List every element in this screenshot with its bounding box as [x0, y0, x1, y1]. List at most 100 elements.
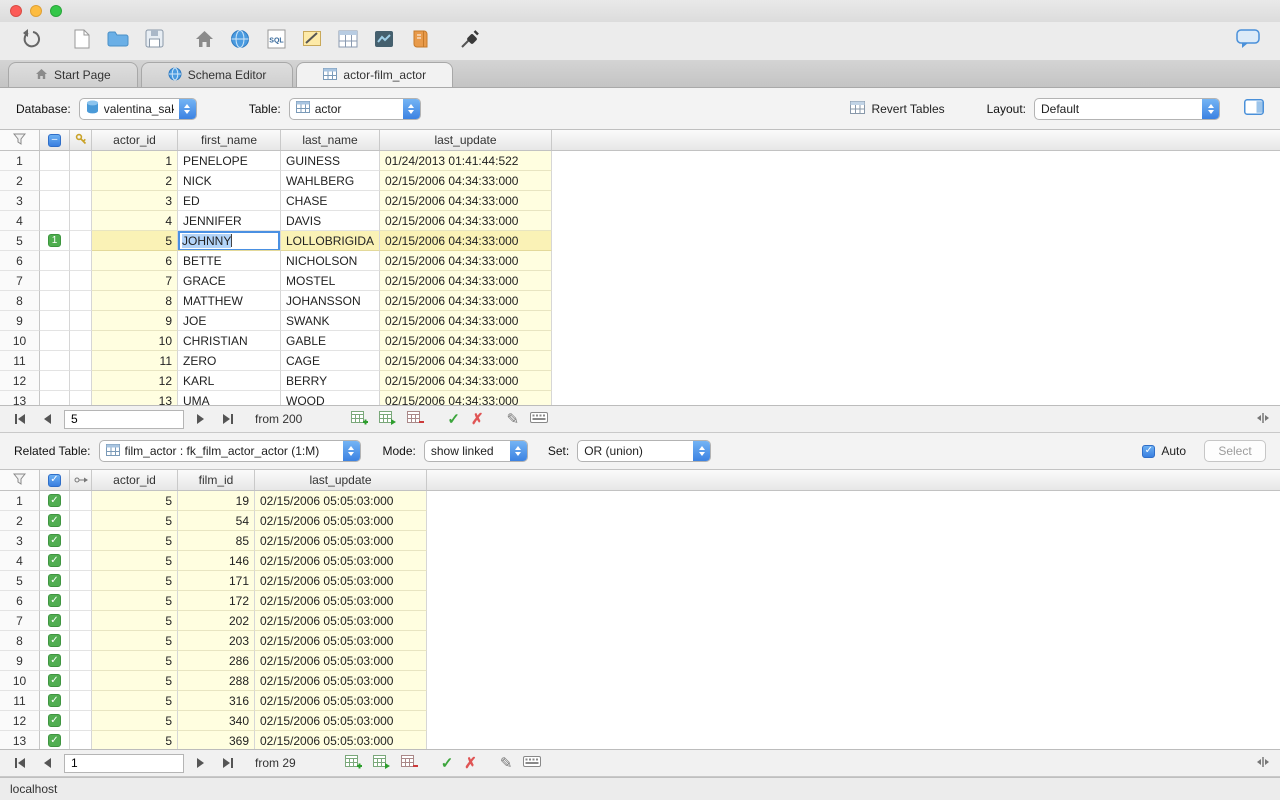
cell-last-name[interactable]: MOSTEL: [281, 271, 380, 291]
cell-last-update[interactable]: 02/15/2006 05:05:03:000: [255, 731, 427, 749]
last-record-button[interactable]: [218, 754, 238, 772]
row-checkbox-cell[interactable]: ✓: [40, 511, 70, 531]
edit-record-button[interactable]: ✎: [507, 410, 520, 428]
table-row[interactable]: 44JENNIFERDAVIS02/15/2006 04:34:33:000: [0, 211, 1280, 231]
row-checkbox-cell[interactable]: ✓: [40, 611, 70, 631]
cell-first-name[interactable]: CHRISTIAN: [178, 331, 281, 351]
row-number[interactable]: 6: [0, 251, 40, 271]
zoom-window-button[interactable]: [50, 5, 62, 17]
table-row[interactable]: 10✓528802/15/2006 05:05:03:000: [0, 671, 1280, 691]
cell-first-name[interactable]: JOHNNY: [178, 231, 281, 251]
row-checkbox[interactable]: ✓: [48, 554, 61, 567]
table-row[interactable]: 6✓517202/15/2006 05:05:03:000: [0, 591, 1280, 611]
diagram-editor-button[interactable]: [330, 26, 366, 56]
row-checkbox-cell[interactable]: ✓: [40, 731, 70, 749]
cell-last-name[interactable]: NICHOLSON: [281, 251, 380, 271]
cell-last-update[interactable]: 02/15/2006 05:05:03:000: [255, 591, 427, 611]
cell-last-update[interactable]: 02/15/2006 04:34:33:000: [380, 371, 552, 391]
mode-select[interactable]: show linked: [424, 440, 528, 462]
cell-film-id[interactable]: 286: [178, 651, 255, 671]
cell-first-name[interactable]: UMA: [178, 391, 281, 405]
delete-record-button[interactable]: [401, 755, 418, 772]
cell-film-id[interactable]: 203: [178, 631, 255, 651]
table-row[interactable]: 3✓58502/15/2006 05:05:03:000: [0, 531, 1280, 551]
column-header-actor-id[interactable]: actor_id: [92, 470, 178, 490]
cell-last-update[interactable]: 02/15/2006 04:34:33:000: [380, 271, 552, 291]
row-marker-cell[interactable]: 1: [40, 231, 70, 251]
cell-last-name[interactable]: CAGE: [281, 351, 380, 371]
cell-actor-id[interactable]: 5: [92, 571, 178, 591]
cell-last-update[interactable]: 02/15/2006 05:05:03:000: [255, 611, 427, 631]
row-number[interactable]: 12: [0, 711, 40, 731]
sql-editor-button[interactable]: SQL: [258, 26, 294, 56]
cell-first-name[interactable]: JOE: [178, 311, 281, 331]
form-view-button[interactable]: [523, 756, 541, 770]
cell-actor-id[interactable]: 5: [92, 711, 178, 731]
reference-button[interactable]: [402, 26, 438, 56]
layout-select[interactable]: Default: [1034, 98, 1220, 120]
row-marker-cell[interactable]: [40, 311, 70, 331]
cell-first-name[interactable]: ZERO: [178, 351, 281, 371]
discard-changes-button[interactable]: ✗: [471, 410, 484, 428]
row-checkbox-cell[interactable]: ✓: [40, 671, 70, 691]
previous-record-button[interactable]: [37, 754, 57, 772]
row-number[interactable]: 9: [0, 651, 40, 671]
cell-actor-id[interactable]: 8: [92, 291, 178, 311]
row-checkbox-cell[interactable]: ✓: [40, 651, 70, 671]
open-button[interactable]: [100, 26, 136, 56]
table-row[interactable]: 12✓534002/15/2006 05:05:03:000: [0, 711, 1280, 731]
cell-last-update[interactable]: 02/15/2006 04:34:33:000: [380, 391, 552, 405]
row-checkbox[interactable]: ✓: [48, 494, 61, 507]
table-row[interactable]: 8✓520302/15/2006 05:05:03:000: [0, 631, 1280, 651]
cell-actor-id[interactable]: 6: [92, 251, 178, 271]
row-marker-cell[interactable]: [40, 211, 70, 231]
cell-last-name[interactable]: CHASE: [281, 191, 380, 211]
cell-actor-id[interactable]: 5: [92, 491, 178, 511]
cell-last-name[interactable]: GABLE: [281, 331, 380, 351]
cell-last-update[interactable]: 02/15/2006 05:05:03:000: [255, 491, 427, 511]
row-number[interactable]: 13: [0, 391, 40, 405]
row-checkbox[interactable]: ✓: [48, 614, 61, 627]
row-checkbox-cell[interactable]: ✓: [40, 531, 70, 551]
edit-record-button[interactable]: ✎: [500, 754, 513, 772]
cell-last-name[interactable]: JOHANSSON: [281, 291, 380, 311]
next-record-button[interactable]: [191, 410, 211, 428]
row-number[interactable]: 3: [0, 531, 40, 551]
row-number[interactable]: 2: [0, 171, 40, 191]
cell-last-name[interactable]: GUINESS: [281, 151, 380, 171]
cell-actor-id[interactable]: 5: [92, 591, 178, 611]
cell-film-id[interactable]: 340: [178, 711, 255, 731]
row-checkbox[interactable]: ✓: [48, 534, 61, 547]
table-row[interactable]: 7✓520202/15/2006 05:05:03:000: [0, 611, 1280, 631]
table-row[interactable]: 13✓536902/15/2006 05:05:03:000: [0, 731, 1280, 749]
cell-first-name[interactable]: PENELOPE: [178, 151, 281, 171]
cell-actor-id[interactable]: 5: [92, 731, 178, 749]
table-row[interactable]: 99JOESWANK02/15/2006 04:34:33:000: [0, 311, 1280, 331]
column-header-film-id[interactable]: film_id: [178, 470, 255, 490]
cell-film-id[interactable]: 202: [178, 611, 255, 631]
cell-first-name[interactable]: JENNIFER: [178, 211, 281, 231]
row-checkbox[interactable]: ✓: [48, 654, 61, 667]
row-checkbox-cell[interactable]: ✓: [40, 591, 70, 611]
row-checkbox[interactable]: ✓: [48, 714, 61, 727]
cell-first-name[interactable]: ED: [178, 191, 281, 211]
add-record-button[interactable]: [351, 411, 368, 428]
row-marker-cell[interactable]: [40, 271, 70, 291]
set-select[interactable]: OR (union): [577, 440, 711, 462]
cell-film-id[interactable]: 369: [178, 731, 255, 749]
console-button[interactable]: [366, 26, 402, 56]
database-select[interactable]: valentina_sakila: [79, 98, 197, 120]
row-marker-cell[interactable]: [40, 291, 70, 311]
auto-checkbox[interactable]: ✓ Auto: [1142, 444, 1186, 458]
table-row[interactable]: 33EDCHASE02/15/2006 04:34:33:000: [0, 191, 1280, 211]
row-checkbox[interactable]: ✓: [48, 514, 61, 527]
row-checkbox[interactable]: ✓: [48, 674, 61, 687]
cell-actor-id[interactable]: 12: [92, 371, 178, 391]
cell-last-name[interactable]: SWANK: [281, 311, 380, 331]
row-checkbox[interactable]: ✓: [48, 734, 61, 747]
table-row[interactable]: 1313UMAWOOD02/15/2006 04:34:33:000: [0, 391, 1280, 405]
cell-actor-id[interactable]: 5: [92, 551, 178, 571]
row-number[interactable]: 11: [0, 691, 40, 711]
cell-actor-id[interactable]: 9: [92, 311, 178, 331]
cell-film-id[interactable]: 172: [178, 591, 255, 611]
